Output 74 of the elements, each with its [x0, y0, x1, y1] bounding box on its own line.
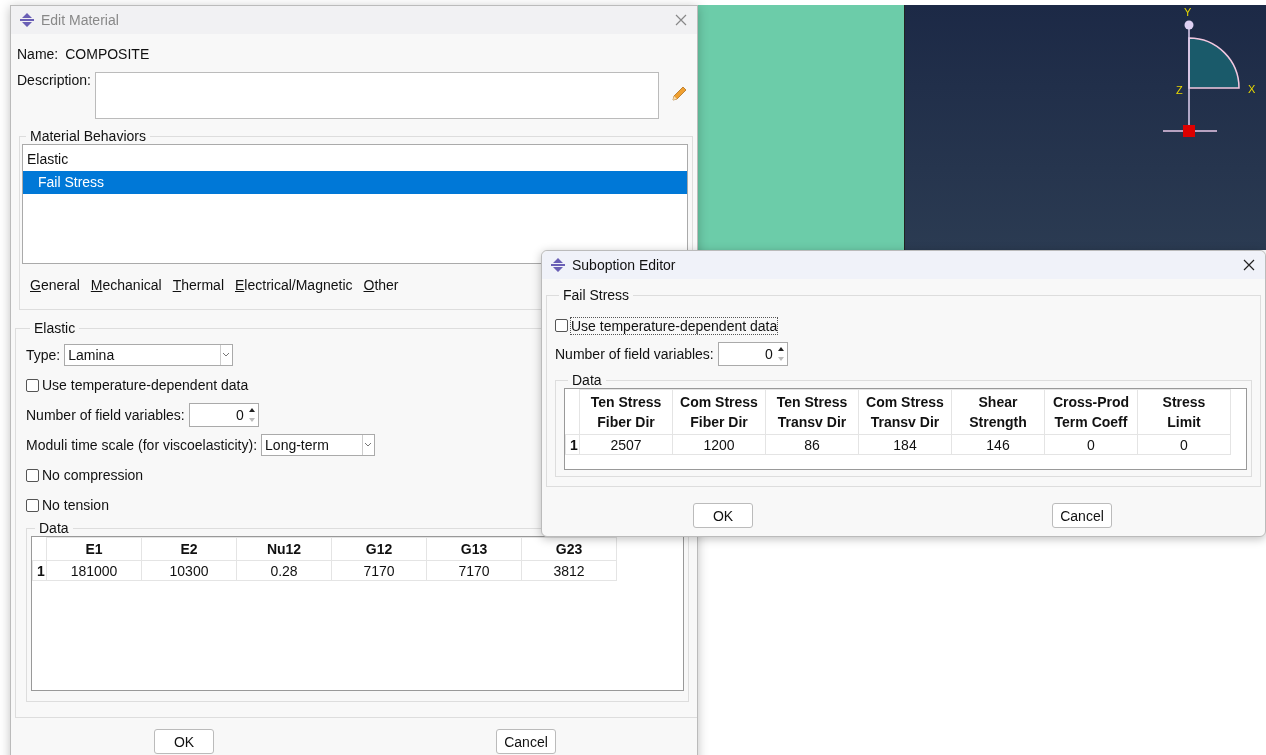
table-cell[interactable]: 0	[1137, 434, 1231, 455]
cancel-button[interactable]: Cancel	[1052, 503, 1112, 528]
app-icon	[550, 257, 566, 273]
number-field[interactable]: 0	[188, 403, 259, 427]
column-header[interactable]: E1	[46, 537, 142, 561]
column-header[interactable]: G12	[331, 537, 427, 561]
group-title: Data	[571, 372, 603, 388]
column-header[interactable]: Shear Strength	[951, 389, 1045, 435]
table-cell[interactable]: 0.28	[236, 560, 332, 581]
column-header[interactable]: Ten Stress Fiber Dir	[579, 389, 673, 435]
field-label: Description:	[17, 72, 91, 88]
field-label: Number of field variables:	[555, 346, 714, 362]
table-cell[interactable]: 7170	[331, 560, 427, 581]
checkbox-label: No compression	[42, 467, 144, 483]
row-number: 1	[32, 560, 47, 581]
app-icon	[19, 12, 35, 28]
ok-button[interactable]: OK	[693, 503, 753, 528]
menu-tab[interactable]: Electrical/Magnetic	[231, 277, 357, 293]
checkbox[interactable]	[26, 498, 39, 512]
menu-tab[interactable]: Mechanical	[86, 277, 166, 293]
table-cell[interactable]: 86	[765, 434, 859, 455]
group-title: Material Behaviors	[29, 128, 147, 144]
window-title: Suboption Editor	[572, 257, 677, 273]
cancel-button[interactable]: Cancel	[496, 729, 556, 754]
column-header[interactable]: Stress Limit	[1137, 389, 1231, 435]
checkbox[interactable]	[26, 378, 39, 392]
list-item[interactable]: Fail Stress	[23, 171, 687, 194]
list-item[interactable]: Elastic	[23, 148, 687, 171]
menu-tab[interactable]: Other	[359, 277, 403, 293]
number-field[interactable]: 0	[717, 342, 788, 366]
table-cell[interactable]: 146	[951, 434, 1045, 455]
table-cell[interactable]: 181000	[46, 560, 142, 581]
chevron-icon	[220, 345, 232, 365]
field-label: Type:	[26, 347, 61, 363]
checkbox-label: Use temperature-dependent data	[571, 317, 778, 334]
column-header[interactable]: Com Stress Fiber Dir	[672, 389, 766, 435]
time-scale-dropdown[interactable]: Long-term	[261, 434, 376, 456]
column-header[interactable]: G13	[426, 537, 522, 561]
menu-tab[interactable]: General	[26, 277, 84, 293]
table-cell[interactable]: 0	[1044, 434, 1138, 455]
axis-label: Z	[1176, 84, 1183, 96]
checkbox[interactable]	[555, 319, 568, 332]
table-cell[interactable]: 1200	[672, 434, 766, 455]
material-name: COMPOSITE	[65, 46, 150, 62]
window-title: Edit Material	[41, 12, 120, 28]
group-title: Fail Stress	[562, 287, 631, 303]
field-label: Moduli time scale (for viscoelasticity):	[26, 437, 258, 453]
axis-label: X	[1248, 83, 1256, 95]
description-field[interactable]	[94, 72, 659, 119]
menu-tab[interactable]: Thermal	[168, 277, 228, 293]
table-cell[interactable]: 2507	[579, 434, 673, 455]
ok-button[interactable]: OK	[154, 729, 214, 754]
table-cell[interactable]: 184	[858, 434, 952, 455]
column-header[interactable]: G23	[521, 537, 617, 561]
row-number: 1	[565, 434, 580, 455]
column-header[interactable]: E2	[141, 537, 237, 561]
table-cell[interactable]: 3812	[521, 560, 617, 581]
checkbox[interactable]	[26, 468, 39, 482]
group-title: Data	[38, 520, 70, 536]
close-icon[interactable]	[1243, 259, 1255, 271]
field-label: Name:	[17, 46, 59, 62]
column-header[interactable]: Ten Stress Transv Dir	[765, 389, 859, 435]
type-dropdown[interactable]: Lamina	[64, 344, 234, 366]
column-header[interactable]: Nu12	[236, 537, 332, 561]
table-cell[interactable]: 7170	[426, 560, 522, 581]
table-cell[interactable]: 10300	[141, 560, 237, 581]
checkbox-label: Use temperature-dependent data	[42, 377, 249, 393]
group-title: Elastic	[33, 320, 77, 336]
column-header[interactable]: Cross-Prod Term Coeff	[1044, 389, 1138, 435]
field-label: Number of field variables:	[26, 407, 185, 423]
column-header[interactable]: Com Stress Transv Dir	[858, 389, 952, 435]
axis-label: Y	[1184, 6, 1192, 18]
chevron-icon	[362, 435, 374, 455]
checkbox-label: No tension	[42, 497, 109, 513]
